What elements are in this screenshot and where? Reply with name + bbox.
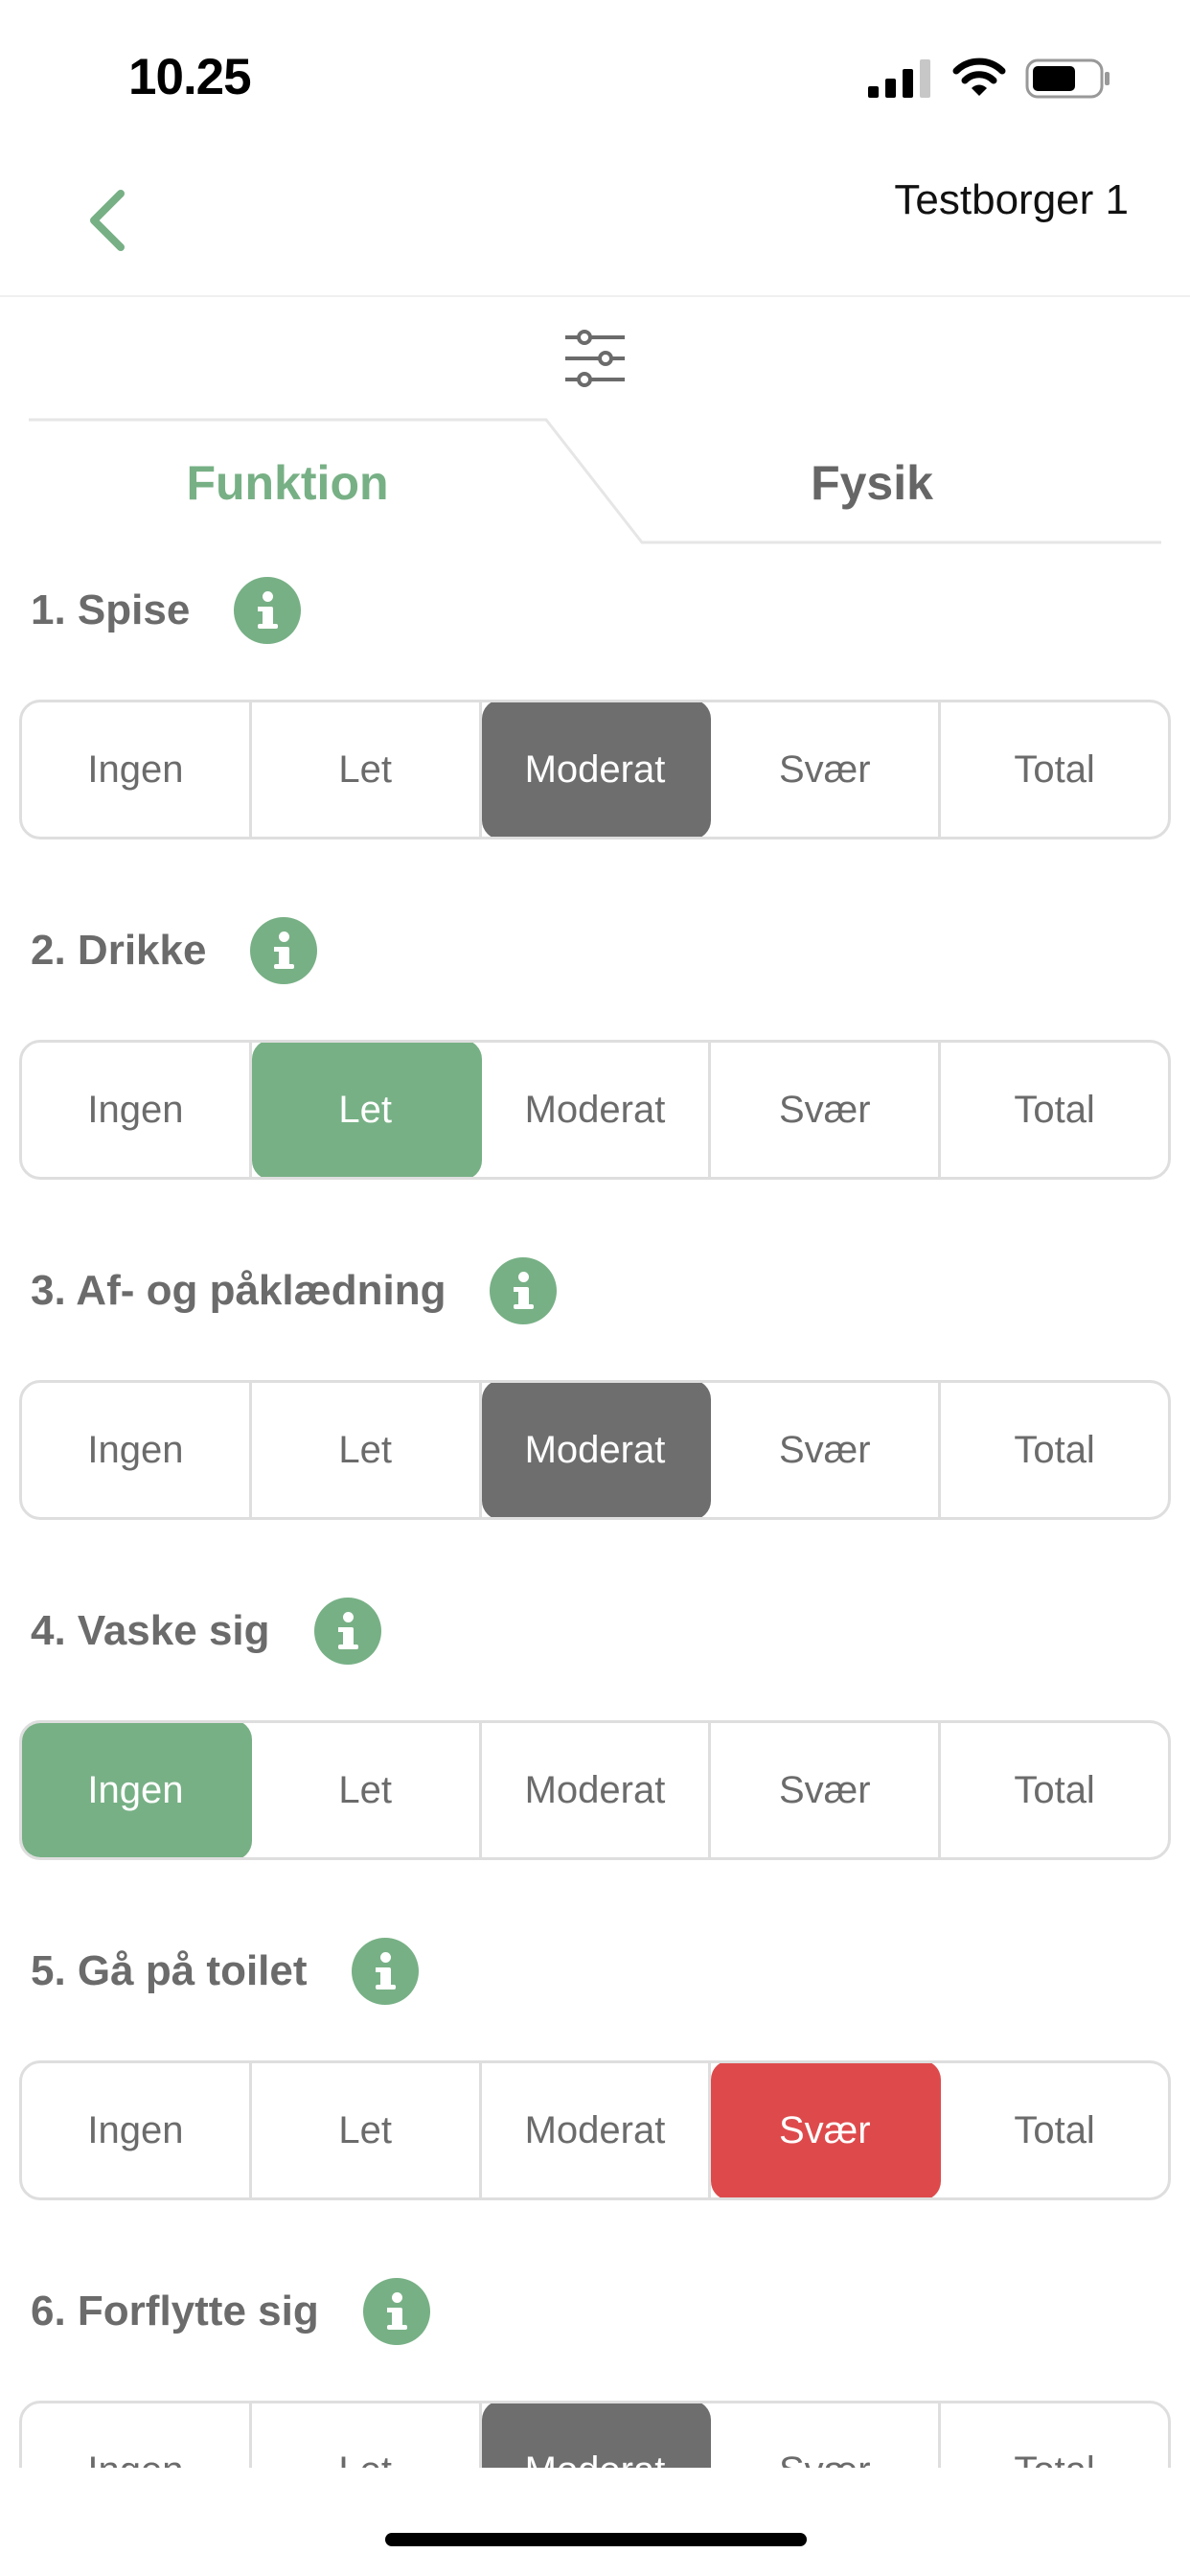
home-indicator: [385, 2533, 807, 2546]
section-title: 4. Vaske sig: [31, 1607, 270, 1654]
battery-icon: [1025, 58, 1110, 99]
severity-option-ingen[interactable]: Ingen: [22, 1723, 252, 1857]
severity-option-let[interactable]: Let: [252, 2063, 482, 2197]
section-title: 2. Drikke: [31, 927, 207, 974]
info-icon[interactable]: [234, 577, 302, 644]
chevron-left-icon[interactable]: [79, 182, 136, 259]
info-icon[interactable]: [490, 1257, 558, 1324]
sliders-icon[interactable]: [563, 330, 627, 387]
severity-segmented-control: IngenLetModeratSværTotal: [19, 2401, 1171, 2468]
severity-segmented-control: IngenLetModeratSværTotal: [19, 2060, 1171, 2200]
severity-option-svær[interactable]: Svær: [711, 2404, 942, 2468]
assessment-list: 1. Spise Ingen Let Moderat Svær Total 2. Drikk…: [0, 575, 1190, 2468]
severity-segmented-control: IngenLetModeratSværTotal: [19, 1720, 1171, 1860]
section-header: 4. Vaske sig: [31, 1596, 381, 1667]
section-title: 1. Spise: [31, 586, 191, 633]
severity-option-moderat[interactable]: Moderat: [482, 1723, 712, 1857]
severity-option-total[interactable]: Total: [941, 1043, 1168, 1177]
severity-option-let[interactable]: Let: [252, 1723, 482, 1857]
tab-funktion[interactable]: Funktion: [29, 418, 546, 548]
severity-option-svær[interactable]: Svær: [711, 1383, 942, 1517]
assessment-section: 2. Drikke Ingen Let Moderat Svær Total: [0, 915, 1190, 1256]
info-icon[interactable]: [351, 1938, 419, 2005]
severity-option-ingen[interactable]: Ingen: [22, 1383, 252, 1517]
severity-option-let[interactable]: Let: [251, 1043, 482, 1177]
severity-option-let[interactable]: Let: [252, 702, 482, 837]
status-bar: 10.25: [0, 0, 1190, 144]
section-header: 3. Af- og påklædning: [31, 1255, 558, 1326]
severity-option-moderat[interactable]: Moderat: [481, 2404, 712, 2468]
severity-option-svær[interactable]: Svær: [711, 702, 942, 837]
severity-option-moderat[interactable]: Moderat: [482, 1043, 712, 1177]
severity-option-total[interactable]: Total: [941, 702, 1168, 837]
severity-option-ingen[interactable]: Ingen: [22, 2404, 252, 2468]
severity-segmented-control: IngenLetModeratSværTotal: [19, 1040, 1171, 1180]
tab-fysik[interactable]: Fysik: [604, 418, 1140, 548]
severity-option-total[interactable]: Total: [941, 1723, 1168, 1857]
section-title: 3. Af- og påklædning: [31, 1267, 446, 1314]
severity-option-ingen[interactable]: Ingen: [22, 702, 252, 837]
severity-option-ingen[interactable]: Ingen: [22, 1043, 252, 1177]
info-icon[interactable]: [313, 1598, 381, 1665]
severity-option-moderat[interactable]: Moderat: [481, 1383, 712, 1517]
cellular-signal-icon: [868, 59, 930, 98]
status-time: 10.25: [128, 49, 252, 105]
severity-option-total[interactable]: Total: [941, 2404, 1168, 2469]
severity-option-moderat[interactable]: Moderat: [482, 2063, 712, 2197]
assessment-section: 6. Forflytte sig IngenLetModeratSværTotal: [0, 2276, 1190, 2468]
severity-segmented-control: IngenLetModeratSværTotal: [19, 1380, 1171, 1520]
tab-bar: Funktion Fysik: [29, 418, 1161, 548]
assessment-section: 5. Gå på toilet Ingen Let Moderat Svær Total: [0, 1936, 1190, 2277]
nav-bar: Testborger 1: [0, 144, 1190, 297]
severity-option-svær[interactable]: Svær: [711, 1723, 942, 1857]
severity-option-total[interactable]: Total: [941, 2063, 1168, 2197]
severity-option-svær[interactable]: Svær: [711, 2063, 942, 2197]
severity-option-total[interactable]: Total: [941, 1383, 1168, 1517]
wifi-icon: [952, 58, 1006, 96]
severity-option-let[interactable]: Let: [252, 1383, 482, 1517]
section-title: 6. Forflytte sig: [31, 2288, 319, 2334]
assessment-section: 1. Spise Ingen Let Moderat Svær Total: [0, 575, 1190, 916]
section-header: 6. Forflytte sig: [31, 2276, 430, 2347]
screen: 10.25 Testborger 1 Funktion Fysik 1. Spi…: [0, 0, 1190, 2576]
assessment-section: 3. Af- og påklædning Ingen Let Moderat Svær T…: [0, 1255, 1190, 1597]
assessment-section: 4. Vaske sig Ingen Let Moderat Svær Total: [0, 1596, 1190, 1937]
severity-option-svær[interactable]: Svær: [711, 1043, 942, 1177]
severity-segmented-control: IngenLetModeratSværTotal: [19, 700, 1171, 840]
info-icon[interactable]: [250, 917, 318, 984]
severity-option-ingen[interactable]: Ingen: [22, 2063, 252, 2197]
severity-option-let[interactable]: Let: [252, 2404, 482, 2468]
section-header: 1. Spise: [31, 575, 302, 646]
nav-title: Testborger 1: [894, 176, 1129, 223]
section-title: 5. Gå på toilet: [31, 1947, 308, 1994]
info-icon[interactable]: [362, 2278, 430, 2345]
section-header: 5. Gå på toilet: [31, 1936, 419, 2007]
section-header: 2. Drikke: [31, 915, 318, 986]
severity-option-moderat[interactable]: Moderat: [481, 702, 712, 837]
